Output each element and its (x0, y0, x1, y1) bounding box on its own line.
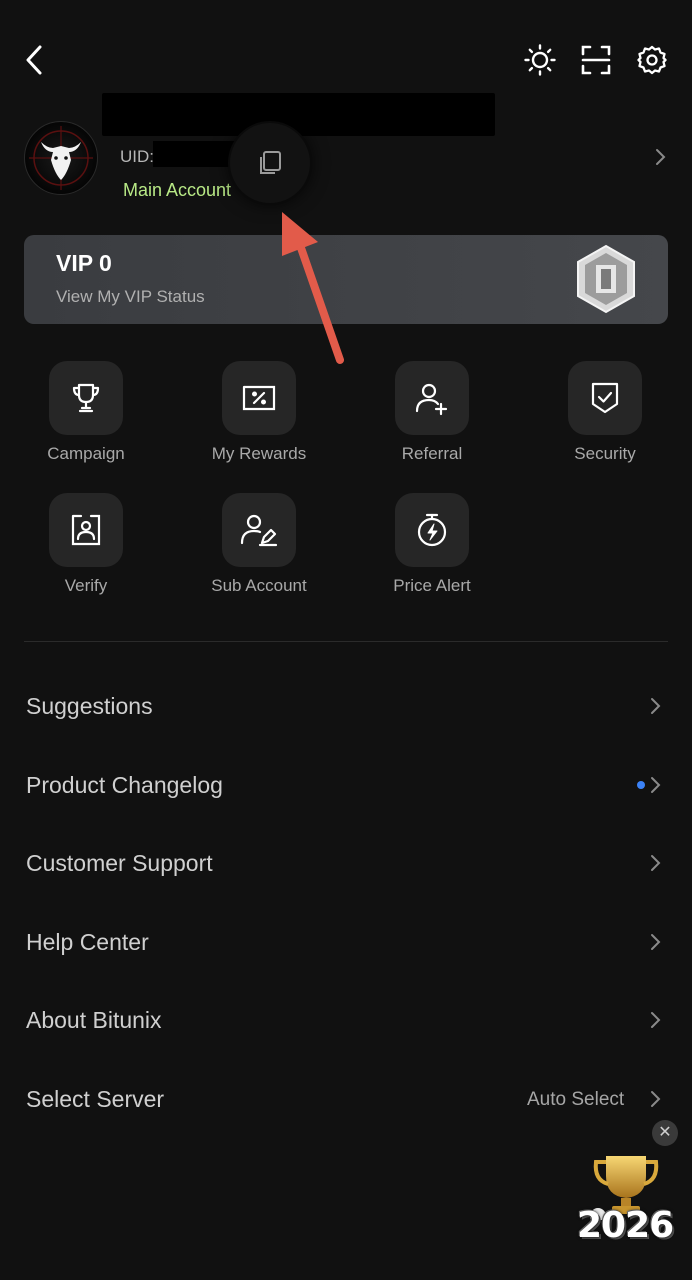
sub-account-button[interactable] (222, 493, 296, 567)
my-rewards-button[interactable] (222, 361, 296, 435)
price-alert-button[interactable] (395, 493, 469, 567)
chevron-right-icon (650, 1010, 672, 1032)
chevron-right-icon (650, 775, 672, 797)
user-edit-icon (240, 514, 278, 547)
promo-close-button[interactable]: ✕ (652, 1120, 678, 1146)
vip-card[interactable] (24, 235, 668, 324)
gear-icon (637, 45, 667, 75)
shield-check-icon (591, 382, 619, 414)
scan-icon (581, 45, 611, 75)
avatar[interactable] (24, 121, 98, 195)
bull-logo-icon (29, 126, 93, 190)
verify-label: Verify (64, 576, 108, 595)
id-card-icon (71, 514, 101, 546)
menu-item-label: Help Center (26, 929, 149, 955)
chevron-left-icon (26, 45, 42, 75)
copy-icon (260, 151, 281, 174)
settings-button[interactable] (632, 40, 672, 80)
vip-level: VIP 0 (56, 250, 112, 276)
menu-item-label: Suggestions (26, 693, 153, 719)
profile-chevron-icon[interactable] (650, 146, 672, 168)
chevron-right-icon (650, 1089, 672, 1111)
chevron-right-icon (650, 853, 672, 875)
add-user-icon (415, 383, 448, 416)
price-alert-label: Price Alert (393, 576, 471, 595)
sun-icon (524, 44, 556, 76)
new-indicator-dot (637, 781, 645, 789)
referral-button[interactable] (395, 361, 469, 435)
chevron-right-icon (650, 696, 672, 718)
divider (24, 641, 668, 642)
security-label: Security (574, 444, 636, 463)
server-value: Auto Select (527, 1089, 625, 1110)
back-button[interactable] (14, 40, 54, 80)
copy-uid-button[interactable] (230, 123, 310, 203)
security-button[interactable] (568, 361, 642, 435)
campaign-button[interactable] (49, 361, 123, 435)
campaign-label: Campaign (47, 444, 125, 463)
verify-button[interactable] (49, 493, 123, 567)
trophy-icon (72, 383, 100, 413)
menu-item-label: About Bitunix (26, 1007, 162, 1033)
sub-account-label: Sub Account (211, 576, 307, 595)
menu-item-label: Product Changelog (26, 772, 223, 798)
menu-item-label: Select Server (26, 1086, 165, 1112)
stopwatch-icon (417, 513, 447, 547)
coupon-icon (242, 385, 276, 411)
promo-year: 2026 (577, 1205, 674, 1246)
theme-toggle-button[interactable] (520, 40, 560, 80)
scan-button[interactable] (576, 40, 616, 80)
account-type-label: Main Account (123, 180, 232, 200)
referral-label: Referral (401, 444, 463, 463)
chevron-right-icon (650, 932, 672, 954)
my-rewards-label: My Rewards (211, 444, 307, 463)
menu-item-label: Customer Support (26, 850, 213, 876)
vip-status-link[interactable]: View My VIP Status (56, 287, 205, 307)
uid-label: UID: (120, 147, 154, 166)
redacted-username (102, 93, 495, 136)
vip-badge-icon (574, 244, 638, 314)
